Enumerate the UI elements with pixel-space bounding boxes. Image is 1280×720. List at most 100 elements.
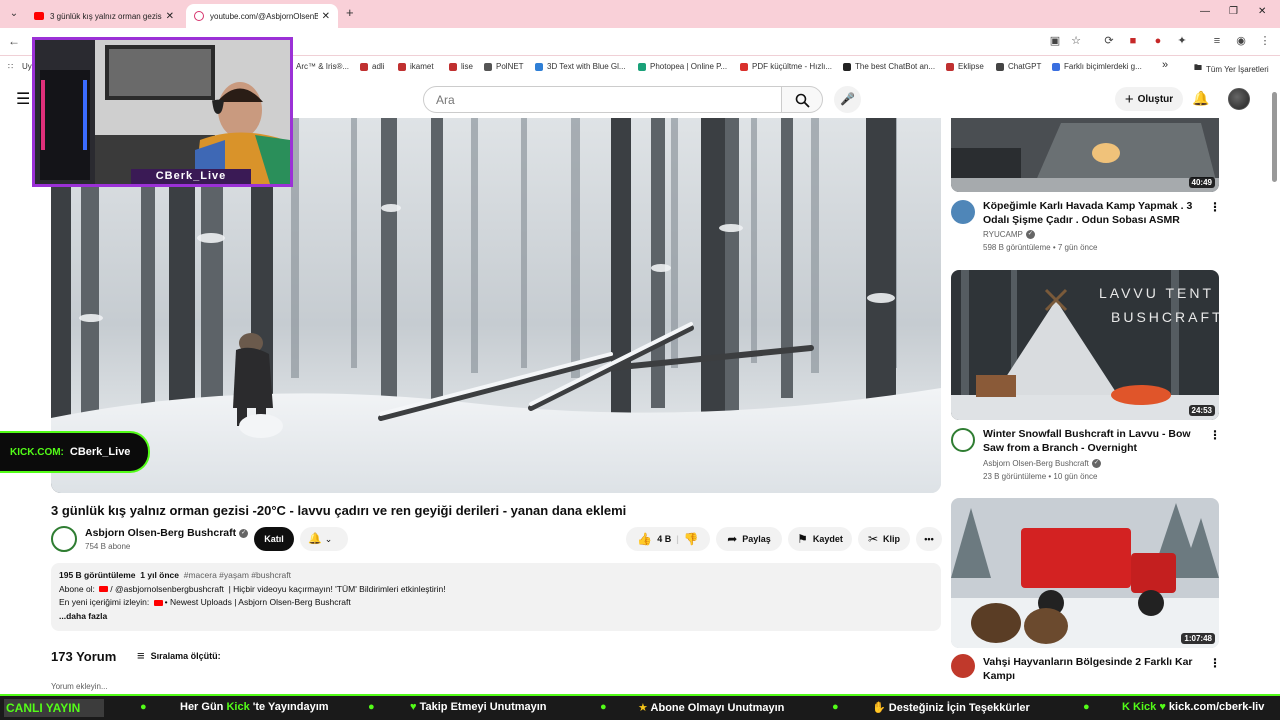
bookmark-item[interactable]: Uy <box>22 62 32 71</box>
hashtags[interactable]: #macera #yaşam #bushcraft <box>184 570 291 580</box>
bookmark-item[interactable]: 3D Text with Blue Gl... <box>535 62 626 71</box>
share-button[interactable]: ➦ Paylaş <box>716 527 782 551</box>
adblock-extension-icon[interactable]: ● <box>1151 34 1165 48</box>
webcam-name-label: CBerk_Live <box>131 169 251 184</box>
minimize-button[interactable]: — <box>1200 6 1210 17</box>
bookmark-item[interactable]: Eklipse <box>946 62 984 71</box>
channel-avatar[interactable] <box>951 200 975 224</box>
tab-video[interactable]: 3 günlük kış yalnız orman gezisi ✕ <box>26 4 182 28</box>
sort-button[interactable]: ≡ Sıralama ölçütü: <box>137 648 221 663</box>
search-input[interactable]: Ara <box>423 86 782 113</box>
ticker-text: Desteğiniz İçin Teşekkürler <box>888 702 1030 714</box>
ticker-highlight: Kick <box>1133 701 1157 713</box>
webcam-overlay: CBerk_Live <box>32 37 293 187</box>
bookmark-item[interactable]: ChatGPT <box>996 62 1041 71</box>
all-bookmarks-folder[interactable]: 🖿 Tüm Yer İşaretleri <box>1194 62 1269 76</box>
close-tab-icon[interactable]: ✕ <box>322 11 330 22</box>
notifications-bell-icon[interactable]: 🔔 <box>1192 90 1209 107</box>
close-tab-icon[interactable]: ✕ <box>166 11 174 22</box>
video-thumbnail[interactable]: 1:07:48 <box>951 498 1219 648</box>
restore-button[interactable]: ❐ <box>1229 6 1238 17</box>
recommendation-item[interactable]: 40:49 Köpeğimle Karlı Havada Kamp Yapmak… <box>951 118 1221 258</box>
recommendation-item[interactable]: LAVVU TENT BUSHCRAFT 24:53 Winter Snowfa… <box>951 270 1221 490</box>
video-thumbnail[interactable]: LAVVU TENT BUSHCRAFT 24:53 <box>951 270 1219 420</box>
bookmark-favicon-icon <box>843 62 851 71</box>
tab-list-button[interactable]: ⌄ <box>6 6 22 22</box>
bookmark-item[interactable]: PolNET <box>484 62 524 71</box>
kebab-menu-icon[interactable]: ⋮ <box>1209 200 1221 214</box>
tab-title: 3 günlük kış yalnız orman gezisi <box>50 11 162 21</box>
ticker-text: kick.com/cberk-liv <box>1168 701 1265 713</box>
channel-link[interactable]: / @asbjornolsenbergbushcraft <box>110 584 224 594</box>
verified-badge-icon: ✓ <box>1025 230 1035 240</box>
bookmark-item[interactable]: PDF küçültme - Hızlı... <box>740 62 832 71</box>
bell-icon: 🔔 <box>308 533 322 545</box>
clip-button[interactable]: ✂ Klip <box>858 527 910 551</box>
lavvu-thumbnail-image: LAVVU TENT BUSHCRAFT <box>951 270 1219 420</box>
more-actions-button[interactable]: ••• <box>916 527 942 551</box>
channel-name-text: RYUCAMP <box>983 230 1023 239</box>
heart-icon: ♥ <box>1159 701 1166 713</box>
back-arrow-icon[interactable]: ← <box>8 34 20 48</box>
search-button[interactable] <box>781 86 823 113</box>
recommendation-item[interactable]: 1:07:48 Vahşi Hayvanların Bölgesinde 2 F… <box>951 498 1221 690</box>
kick-channel-tag: KICK.COM: CBerk_Live <box>0 431 150 473</box>
thumbs-down-icon[interactable]: 👎 <box>684 532 699 546</box>
extensions-puzzle-icon[interactable]: ✦ <box>1175 34 1189 48</box>
hamburger-menu-icon[interactable]: ☰ <box>16 92 30 108</box>
apps-grid-icon[interactable]: ∷ <box>8 62 13 71</box>
bookmark-item[interactable]: lise <box>449 62 473 71</box>
scrollbar-thumb[interactable] <box>1272 92 1277 182</box>
join-button[interactable]: Katıl <box>254 527 294 551</box>
channel-avatar[interactable] <box>951 654 975 678</box>
video-thumbnail[interactable]: 40:49 <box>951 118 1219 192</box>
bookmark-item[interactable]: Farklı biçimlerdeki g... <box>1052 62 1142 71</box>
star-icon: ★ <box>638 702 648 714</box>
pdf-extension-icon[interactable]: ■ <box>1126 34 1140 48</box>
like-count[interactable]: 4 B <box>657 534 671 544</box>
channel-name-text: Asbjorn Olsen-Berg Bushcraft <box>983 459 1089 468</box>
new-tab-button[interactable]: + <box>346 5 354 20</box>
microphone-icon[interactable]: 🎤 <box>834 86 861 113</box>
bookmark-item[interactable]: ikamet <box>398 62 434 71</box>
youtube-favicon-icon <box>34 12 44 20</box>
channel-avatar[interactable] <box>51 526 77 552</box>
bookmark-star-icon[interactable]: ☆ <box>1069 34 1083 48</box>
kebab-menu-icon[interactable]: ⋮ <box>1258 34 1272 48</box>
comments-count: 173 Yorum <box>51 649 117 664</box>
channel-avatar[interactable] <box>951 428 975 452</box>
bookmark-item[interactable]: Arc™ & Iris®... <box>296 62 349 71</box>
bookmark-label: adli <box>372 62 385 71</box>
recommendation-channel: Asbjorn Olsen-Berg Bushcraft ✓ <box>983 459 1101 469</box>
divider: | <box>676 534 679 544</box>
playlist-link[interactable]: • Newest Uploads | Asbjorn Olsen-Berg Bu… <box>165 597 351 607</box>
user-avatar[interactable] <box>1228 88 1250 110</box>
bookmarks-overflow-button[interactable]: » <box>1162 59 1168 71</box>
tab-channel[interactable]: youtube.com/@AsbjornOlsenB... ✕ <box>186 4 338 28</box>
browser-tab-bar: ⌄ 3 günlük kış yalnız orman gezisi ✕ you… <box>0 0 1280 28</box>
profile-icon[interactable]: ◉ <box>1234 34 1248 48</box>
subscription-bell-button[interactable]: 🔔 ⌄ <box>300 527 348 551</box>
show-more-link[interactable]: ...daha fazla <box>59 611 107 621</box>
kebab-menu-icon[interactable]: ⋮ <box>1209 428 1221 442</box>
bookmark-label: Uy <box>22 62 32 71</box>
bookmark-favicon-icon <box>535 62 543 71</box>
bookmark-label: lise <box>461 62 474 71</box>
extension-icon[interactable]: ⟳ <box>1102 34 1116 48</box>
bookmark-item[interactable]: The best ChatBot an... <box>843 62 935 71</box>
add-comment-input[interactable]: Yorum ekleyin... <box>51 682 108 691</box>
close-window-button[interactable]: ✕ <box>1258 6 1266 17</box>
bookmark-label: The best ChatBot an... <box>855 62 936 71</box>
media-control-icon[interactable]: ≡ <box>1210 34 1224 48</box>
description-box[interactable]: 195 B görüntüleme 1 yıl önce #macera #ya… <box>51 563 941 631</box>
create-button[interactable]: + Oluştur <box>1115 87 1183 111</box>
save-button[interactable]: ⚑ Kaydet <box>788 527 852 551</box>
ticker-dot-icon: ● <box>368 701 375 713</box>
bookmark-item[interactable]: adli <box>360 62 384 71</box>
thumbs-up-icon[interactable]: 👍 <box>637 532 652 546</box>
channel-name[interactable]: Asbjorn Olsen-Berg Bushcraft ✓ <box>85 527 249 539</box>
bookmark-item[interactable]: Photopea | Online P... <box>638 62 727 71</box>
install-app-icon[interactable]: ▣ <box>1048 34 1062 48</box>
kebab-menu-icon[interactable]: ⋮ <box>1209 656 1221 670</box>
folder-icon: 🖿 <box>1194 63 1202 72</box>
